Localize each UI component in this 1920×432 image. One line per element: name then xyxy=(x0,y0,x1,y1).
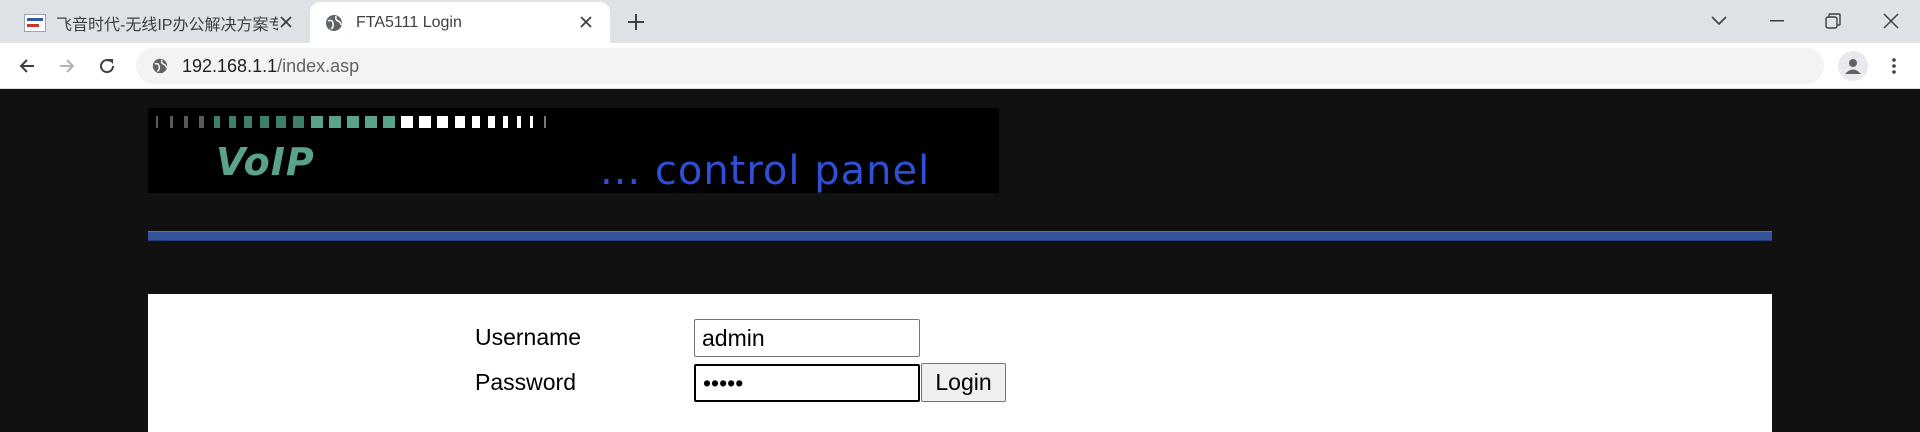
tab-strip: 飞音时代-无线IP办公解决方案专 FTA5111 Login xyxy=(0,0,1920,43)
reload-button[interactable] xyxy=(93,52,121,80)
banner-subtitle: ... control panel xyxy=(600,148,931,193)
globe-icon xyxy=(324,13,344,33)
password-field[interactable] xyxy=(694,364,920,402)
chevron-down-icon xyxy=(1711,16,1727,26)
profile-button[interactable] xyxy=(1838,51,1868,81)
login-button[interactable]: Login xyxy=(921,363,1006,402)
url-host: 192.168.1.1 xyxy=(182,55,278,76)
reload-icon xyxy=(100,59,115,74)
voip-banner: VoIP ... control panel xyxy=(148,108,999,193)
browser-toolbar: 192.168.1.1/index.asp xyxy=(0,43,1920,89)
banner-title: VoIP xyxy=(216,140,315,184)
tab-search-button[interactable] xyxy=(1699,6,1739,36)
close-window-button[interactable] xyxy=(1871,6,1911,36)
restore-button[interactable] xyxy=(1813,6,1853,36)
minimize-button[interactable] xyxy=(1757,6,1797,36)
tab-fta5111-login[interactable]: FTA5111 Login xyxy=(310,2,610,43)
tab-title: FTA5111 Login xyxy=(356,13,462,31)
back-button[interactable] xyxy=(13,52,41,80)
close-icon[interactable] xyxy=(276,12,296,32)
login-panel: Username Password Login xyxy=(148,294,1772,432)
restore-icon xyxy=(1825,13,1841,29)
forward-button[interactable] xyxy=(53,52,81,80)
minimize-icon xyxy=(1770,20,1784,22)
password-label: Password xyxy=(475,369,576,395)
tab-title: 飞音时代-无线IP办公解决方案专 xyxy=(56,16,278,34)
plus-icon xyxy=(628,14,644,30)
tab-feiyin[interactable]: 飞音时代-无线IP办公解决方案专 xyxy=(0,2,310,43)
profile-icon xyxy=(1845,59,1861,74)
username-field[interactable] xyxy=(694,319,920,357)
back-arrow-icon xyxy=(19,59,34,73)
browser-menu-button[interactable] xyxy=(1880,52,1908,80)
new-tab-button[interactable] xyxy=(624,10,648,34)
close-icon[interactable] xyxy=(576,12,596,32)
username-label: Username xyxy=(475,324,582,350)
url-path: /index.asp xyxy=(277,55,360,76)
url-text: 192.168.1.1/index.asp xyxy=(182,56,359,77)
page-content: VoIP ... control panel Username Password… xyxy=(0,89,1920,432)
close-window-icon xyxy=(1883,13,1899,29)
globe-icon[interactable] xyxy=(150,56,170,76)
address-bar[interactable]: 192.168.1.1/index.asp xyxy=(136,48,1824,84)
site-thumbnail-icon xyxy=(24,13,46,32)
led-meter-graphic xyxy=(156,116,546,128)
kebab-menu-icon xyxy=(1892,58,1896,74)
forward-arrow-icon xyxy=(60,59,75,73)
header-divider xyxy=(148,231,1772,241)
